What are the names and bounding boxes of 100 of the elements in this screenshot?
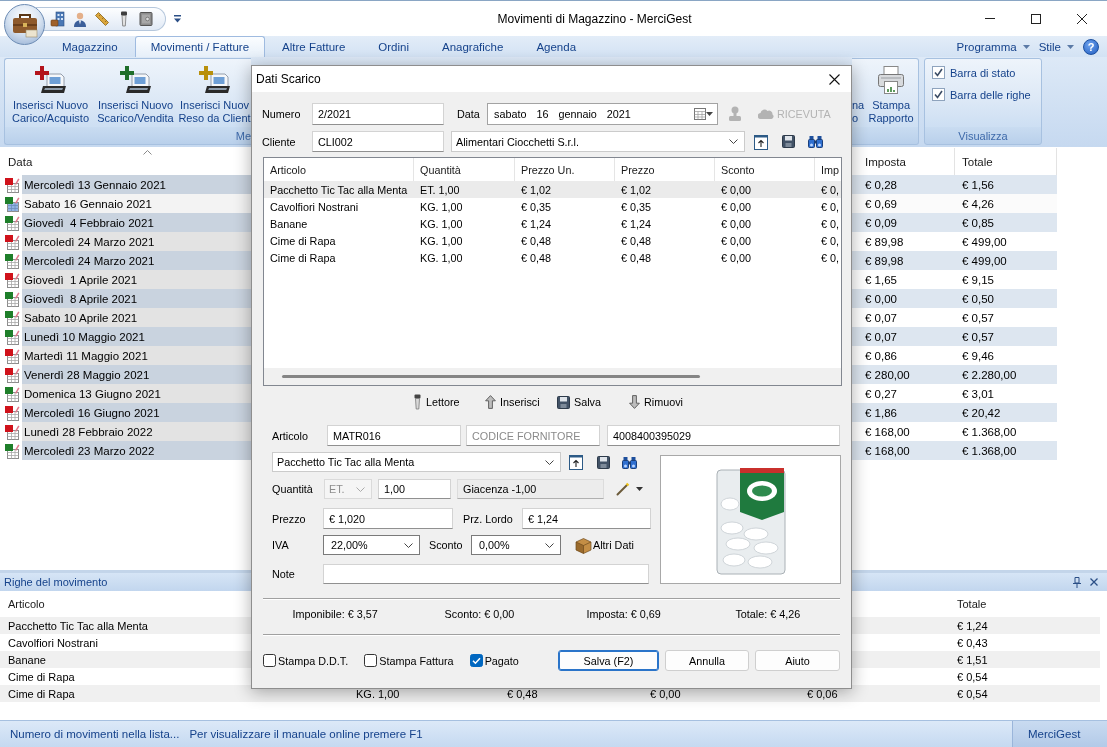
checkbox[interactable] <box>932 66 945 79</box>
table-cell: € 2.280,00 <box>955 365 1057 384</box>
panel-title: Righe del movimento <box>4 576 108 588</box>
arrow-up-icon <box>485 395 496 409</box>
toolbar-button[interactable]: Rimuovi <box>629 395 701 409</box>
ribbon-button[interactable]: na o <box>852 59 865 127</box>
checkbox[interactable] <box>263 654 276 667</box>
table-cell: Mercoledì 16 Giugno 2021 <box>22 403 251 422</box>
ribbon-button[interactable]: Inserisci Nuovo Carico/Acquisto <box>8 59 93 127</box>
dropdown-arrow-icon <box>706 112 713 116</box>
gross-price-field[interactable]: € 1,24 <box>522 508 651 529</box>
stock-field[interactable]: Giacenza -1,00 <box>457 479 604 499</box>
table-cell: Martedì 11 Maggio 2021 <box>22 346 251 365</box>
number-field[interactable]: 2/2021 <box>312 103 444 125</box>
horizontal-scrollbar[interactable] <box>264 368 841 385</box>
dialog-title: Dati Scarico <box>256 72 321 86</box>
ribbon-tab[interactable]: Anagrafiche <box>426 36 520 57</box>
toolbar-button[interactable]: Lettore <box>413 394 485 410</box>
field-label: Sconto <box>429 539 464 551</box>
table-cell: € 0,09 <box>852 213 955 232</box>
menu-button[interactable]: Programma <box>956 40 1030 53</box>
checkbox-label: Pagato <box>484 654 519 667</box>
table-cell: Venerdì 28 Maggio 2021 <box>22 365 251 384</box>
box-icon <box>575 536 592 554</box>
dropdown-arrow-icon[interactable] <box>174 14 181 23</box>
ribbon-tab[interactable]: Magazzino <box>46 36 134 57</box>
table-cell: € 0,28 <box>852 175 955 194</box>
table-cell: € 20,42 <box>955 403 1057 422</box>
ribbon-tab[interactable]: Altre Fatture <box>266 36 362 57</box>
chevron-down-icon <box>729 139 738 144</box>
table-cell: € 0,54 <box>950 685 1100 702</box>
save-icon[interactable] <box>782 135 795 148</box>
pin-icon[interactable] <box>1073 576 1081 588</box>
ribbon-tab[interactable]: Movimenti / Fatture <box>134 36 266 57</box>
total-text: Imposta: € 0,69 <box>586 608 661 620</box>
scanner-icon <box>413 394 422 410</box>
table-cell: € 0,00 <box>715 181 815 198</box>
note-field[interactable] <box>323 564 649 584</box>
toolbar-button[interactable]: Inserisci <box>485 395 557 409</box>
vat-combo[interactable]: 22,00% <box>323 535 420 555</box>
customer-code-field[interactable]: CLI002 <box>312 131 444 152</box>
checkbox[interactable] <box>469 654 483 667</box>
table-cell: Lunedì 28 Febbraio 2022 <box>22 422 251 441</box>
checkbox[interactable] <box>932 88 945 101</box>
arrow-box-icon[interactable] <box>754 133 768 150</box>
checkbox-label: Barra di stato <box>950 66 1016 79</box>
ribbon-tab[interactable]: Ordini <box>362 36 425 57</box>
dialog-button[interactable]: Annulla <box>665 650 749 671</box>
close-icon <box>1077 13 1087 24</box>
scrollbar-thumb[interactable] <box>282 375 700 378</box>
column-header[interactable]: Imp <box>815 158 841 181</box>
item-code-field[interactable]: MATR016 <box>327 425 461 446</box>
supplier-code-field[interactable]: CODICE FORNITORE <box>466 425 600 446</box>
ruler-icon[interactable] <box>94 10 110 27</box>
other-data-button[interactable]: Altri Dati <box>575 536 634 554</box>
total-text: Sconto: € 0,00 <box>444 608 515 620</box>
table-cell: Cime di Rapa <box>0 685 350 702</box>
date-picker[interactable]: sabato 16 gennaio 2021 <box>487 103 718 125</box>
checkbox-label: Stampa D.D.T. <box>278 654 349 667</box>
caret-down-icon <box>1022 44 1030 49</box>
price-field[interactable]: € 1,020 <box>323 508 453 529</box>
column-header[interactable]: Totale <box>950 591 1100 617</box>
table-cell: € 4,26 <box>955 194 1057 213</box>
table-cell: Mercoledì 13 Gennaio 2021 <box>22 175 251 194</box>
discount-combo[interactable]: 0,00% <box>471 535 561 555</box>
dialog-button[interactable]: Aiuto <box>755 650 840 671</box>
wand-icon <box>616 482 630 496</box>
product-combo[interactable]: Pacchetto Tic Tac alla Menta <box>272 452 561 472</box>
dialog-button[interactable]: Salva (F2) <box>558 650 659 671</box>
table-cell: € 0,69 <box>852 194 955 213</box>
ribbon-button[interactable]: Stampa Rapporto <box>864 59 918 127</box>
table-cell: Pacchetto Tic Tac alla Menta <box>0 617 251 634</box>
group-label: Me <box>234 128 251 144</box>
building-icon[interactable] <box>50 10 66 27</box>
table-cell: € 0,85 <box>955 213 1057 232</box>
field-label: Data <box>457 108 481 120</box>
customer-combo[interactable]: Alimentari Ciocchetti S.r.l. <box>451 131 745 152</box>
quantity-field[interactable]: 1,00 <box>378 479 451 499</box>
table-cell: € 0,06 <box>800 685 950 702</box>
ribbon-button[interactable]: Inserisci Nuov Reso da Client <box>178 59 251 127</box>
field-label: IVA <box>272 539 290 551</box>
ribbon-button[interactable]: Inserisci Nuovo Scarico/Vendita <box>93 59 178 127</box>
ribbon-tab[interactable]: Agenda <box>520 36 593 57</box>
wand-menu-button[interactable] <box>616 482 643 496</box>
checkbox[interactable] <box>364 654 378 667</box>
column-header[interactable]: Articolo <box>0 591 251 617</box>
table-cell: Domenica 13 Giugno 2021 <box>22 384 251 403</box>
toolbar-button[interactable]: Salva <box>557 395 629 409</box>
table-cell: Mercoledì 23 Marzo 2022 <box>22 441 251 460</box>
person-icon[interactable] <box>72 10 88 27</box>
close-icon[interactable] <box>1090 578 1098 586</box>
caret-down-icon <box>636 487 643 491</box>
binoculars-icon[interactable] <box>808 135 823 148</box>
arrow-box-icon[interactable] <box>569 454 583 470</box>
safe-icon[interactable] <box>138 10 154 27</box>
menu-button[interactable]: Stile <box>1038 40 1074 53</box>
save-icon[interactable] <box>597 455 610 469</box>
binoculars-icon[interactable] <box>622 455 637 469</box>
close-icon <box>828 73 840 85</box>
barcode-field[interactable]: 4008400395029 <box>607 425 840 446</box>
